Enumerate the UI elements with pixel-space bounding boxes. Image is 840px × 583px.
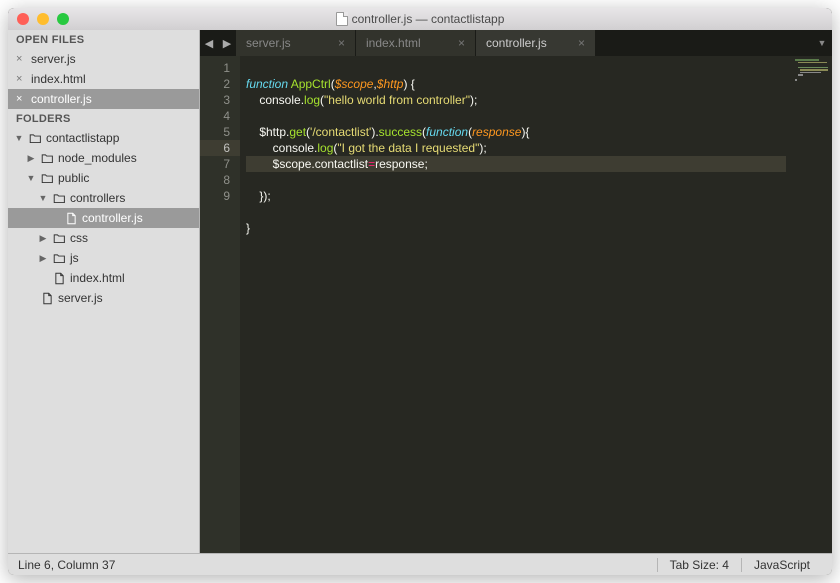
traffic-lights (8, 13, 69, 25)
language-selector[interactable]: JavaScript (741, 558, 822, 572)
close-tab-icon[interactable]: × (578, 36, 585, 50)
close-tab-icon[interactable]: × (338, 36, 345, 50)
tab-dropdown-icon[interactable]: ▼ (812, 30, 832, 56)
file-icon (40, 292, 54, 305)
sidebar: OPEN FILES × server.js × index.html × control… (8, 30, 200, 553)
open-file-item[interactable]: × index.html (8, 69, 199, 89)
tree-item-label: js (70, 251, 79, 265)
tree-item-label: server.js (58, 291, 103, 305)
folder-item[interactable]: ▼ controllers (8, 188, 199, 208)
file-item[interactable]: server.js (8, 288, 199, 308)
editor[interactable]: 123456789 function AppCtrl($scope,$http)… (200, 56, 832, 553)
line-number: 8 (200, 172, 230, 188)
folder-icon (40, 152, 54, 165)
folder-item[interactable]: ▶ js (8, 248, 199, 268)
nav-back-icon[interactable]: ◀ (200, 30, 218, 56)
close-tab-icon[interactable]: × (458, 36, 465, 50)
tab-label: index.html (366, 36, 421, 50)
titlebar[interactable]: controller.js — contactlistapp (8, 8, 832, 30)
zoom-window-button[interactable] (57, 13, 69, 25)
tree-item-label: controller.js (82, 211, 143, 225)
folder-icon (52, 252, 66, 265)
folder-icon (28, 132, 42, 145)
line-number: 3 (200, 92, 230, 108)
editor-tab[interactable]: server.js × (236, 30, 356, 56)
minimize-window-button[interactable] (37, 13, 49, 25)
tree-item-label: controllers (70, 191, 125, 205)
tree-item-label: node_modules (58, 151, 137, 165)
open-file-label: server.js (31, 52, 76, 66)
main-area: ◀ ▶ server.js×index.html×controller.js× … (200, 30, 832, 553)
window-body: OPEN FILES ×server.js×index.html×control… (8, 30, 832, 553)
tree-item-label: public (58, 171, 89, 185)
folder-icon (40, 172, 54, 185)
open-file-label: controller.js (31, 92, 92, 106)
editor-tab[interactable]: controller.js × (476, 30, 596, 56)
tree-item-label: contactlistapp (46, 131, 119, 145)
editor-window: controller.js — contactlistapp OPEN FILE… (8, 8, 832, 575)
expand-arrow-icon[interactable]: ▼ (38, 193, 48, 203)
file-item[interactable]: controller.js (8, 208, 199, 228)
line-number: 1 (200, 60, 230, 76)
tab-bar: ◀ ▶ server.js×index.html×controller.js× … (200, 30, 832, 56)
expand-arrow-icon[interactable]: ▼ (14, 133, 24, 143)
tab-label: server.js (246, 36, 291, 50)
close-file-icon[interactable]: × (16, 53, 26, 65)
folders-header: FOLDERS (8, 109, 199, 128)
tree-item-label: css (70, 231, 88, 245)
expand-arrow-icon[interactable]: ▶ (38, 253, 48, 264)
file-type-icon (336, 12, 348, 26)
line-gutter: 123456789 (200, 56, 240, 553)
editor-tab[interactable]: index.html × (356, 30, 476, 56)
folder-item[interactable]: ▶ node_modules (8, 148, 199, 168)
cursor-position[interactable]: Line 6, Column 37 (18, 558, 115, 572)
window-title-text: controller.js — contactlistapp (352, 12, 505, 26)
tab-size-selector[interactable]: Tab Size: 4 (657, 558, 741, 572)
folder-tree: ▼ contactlistapp ▶ node_modules ▼ public ▼ cont… (8, 128, 199, 312)
file-icon (52, 272, 66, 285)
line-number: 5 (200, 124, 230, 140)
line-number: 9 (200, 188, 230, 204)
minimap[interactable] (792, 56, 832, 553)
line-number: 6 (200, 140, 240, 156)
file-icon (64, 212, 78, 225)
open-file-item[interactable]: × controller.js (8, 89, 199, 109)
line-number: 4 (200, 108, 230, 124)
line-number: 7 (200, 156, 230, 172)
folder-item[interactable]: ▼ public (8, 168, 199, 188)
code-area[interactable]: function AppCtrl($scope,$http) { console… (240, 56, 792, 553)
folder-icon (52, 232, 66, 245)
open-file-item[interactable]: × server.js (8, 49, 199, 69)
open-file-label: index.html (31, 72, 86, 86)
window-title: controller.js — contactlistapp (8, 12, 832, 26)
folder-item[interactable]: ▼ contactlistapp (8, 128, 199, 148)
open-files-list: × server.js × index.html × controller.js (8, 49, 199, 109)
line-number: 2 (200, 76, 230, 92)
tree-item-label: index.html (70, 271, 125, 285)
file-item[interactable]: index.html (8, 268, 199, 288)
expand-arrow-icon[interactable]: ▶ (26, 153, 36, 164)
open-files-header: OPEN FILES (8, 30, 199, 49)
close-file-icon[interactable]: × (16, 93, 26, 105)
close-file-icon[interactable]: × (16, 73, 26, 85)
folder-icon (52, 192, 66, 205)
close-window-button[interactable] (17, 13, 29, 25)
nav-forward-icon[interactable]: ▶ (218, 30, 236, 56)
expand-arrow-icon[interactable]: ▼ (26, 173, 36, 183)
expand-arrow-icon[interactable]: ▶ (38, 233, 48, 244)
folder-item[interactable]: ▶ css (8, 228, 199, 248)
status-bar: Line 6, Column 37 Tab Size: 4 JavaScript (8, 553, 832, 575)
tab-label: controller.js (486, 36, 547, 50)
